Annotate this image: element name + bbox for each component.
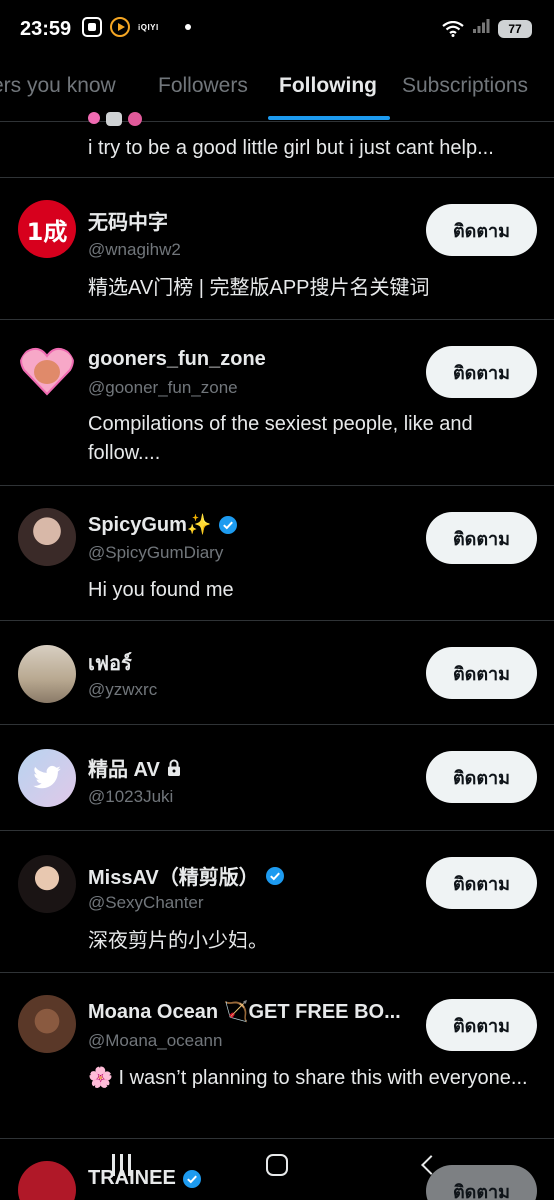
follow-button[interactable]: ติดตาม xyxy=(426,751,537,803)
follow-button[interactable]: ติดตาม xyxy=(426,857,537,909)
account-handle: @Moana_oceann xyxy=(88,1031,223,1050)
home-button[interactable] xyxy=(266,1154,288,1176)
wifi-icon xyxy=(442,20,464,37)
list-item[interactable]: gooners_fun_zone @gooner_fun_zone Compil… xyxy=(0,320,554,486)
account-handle: @SpicyGumDiary xyxy=(88,543,224,562)
account-name-text: MissAV（精剪版） xyxy=(88,867,259,889)
account-name: SpicyGum✨ xyxy=(88,512,238,537)
account-name-text: SpicyGum✨ xyxy=(88,514,212,536)
account-name: MissAV（精剪版） xyxy=(88,861,285,890)
active-tab-indicator xyxy=(268,116,390,120)
follow-button[interactable]: ติดตาม xyxy=(426,647,537,699)
follow-button[interactable]: ติดตาม xyxy=(426,346,537,398)
play-app-icon xyxy=(110,17,130,37)
verified-badge-icon xyxy=(218,515,237,534)
account-bio: Compilations of the sexiest people, like… xyxy=(88,413,473,464)
status-bar: 23:59 iQIYI 77 xyxy=(0,0,554,58)
status-notification-icons: iQIYI xyxy=(82,17,191,37)
avatar[interactable] xyxy=(18,855,76,913)
follow-button[interactable]: ติดตาม xyxy=(426,999,537,1051)
account-bio: 深夜剪片的小少妇。 xyxy=(88,930,268,952)
avatar[interactable] xyxy=(18,749,76,807)
verified-badge-icon xyxy=(265,866,284,885)
account-name-text: Moana Ocean 🏹GET FREE BO... xyxy=(88,1001,401,1023)
avatar[interactable] xyxy=(18,995,76,1053)
account-name-text: 无码中字 xyxy=(88,212,168,234)
status-system-icons: 77 xyxy=(442,18,532,39)
account-handle: @wnagihw2 xyxy=(88,240,181,259)
list-item[interactable]: Moana Ocean 🏹GET FREE BO... @Moana_ocean… xyxy=(0,973,554,1139)
signal-icon xyxy=(472,18,490,39)
avatar-logo-text: 1成 xyxy=(26,217,68,246)
back-button[interactable] xyxy=(421,1155,441,1175)
status-time: 23:59 xyxy=(20,18,72,40)
follow-button[interactable]: ติดตาม xyxy=(426,512,537,564)
more-notifications-dot-icon xyxy=(184,24,191,30)
list-item[interactable]: เฟอร์ @yzwxrc ติดตาม xyxy=(0,621,554,725)
account-bio: Hi you found me xyxy=(88,579,234,601)
recents-button[interactable] xyxy=(112,1154,131,1176)
heart-avatar-icon xyxy=(20,347,74,396)
account-name: Moana Ocean 🏹GET FREE BO... xyxy=(88,999,418,1024)
account-handle: @1023Juki xyxy=(88,787,174,806)
list-item[interactable]: 1成 无码中字 @wnagihw2 精选AV门榜 | 完整版APP搜片名关键词 … xyxy=(0,178,554,320)
account-bio: i try to be a good little girl but i jus… xyxy=(88,137,494,159)
account-bio: 🌸 I wasn’t planning to share this with e… xyxy=(88,1067,528,1089)
tab-followers[interactable]: Followers xyxy=(158,74,248,98)
lock-icon xyxy=(167,759,180,776)
list-item[interactable]: 精品 AV @1023Juki ติดตาม xyxy=(0,725,554,831)
list-item[interactable]: SpicyGum✨ @SpicyGumDiary Hi you found me… xyxy=(0,486,554,621)
list-item[interactable]: MissAV（精剪版） @SexyChanter 深夜剪片的小少妇。 ติดตา… xyxy=(0,831,554,973)
avatar[interactable] xyxy=(18,342,76,400)
account-name: gooners_fun_zone xyxy=(88,348,266,371)
account-name: 精品 AV xyxy=(88,753,182,782)
account-name-text: gooners_fun_zone xyxy=(88,348,266,370)
account-name-text: เฟอร์ xyxy=(88,653,132,675)
account-name: 无码中字 xyxy=(88,206,168,235)
scan-app-icon xyxy=(82,17,102,37)
profile-tabs: ers you know Followers Following Subscri… xyxy=(0,58,554,122)
iqiyi-app-icon: iQIYI xyxy=(138,22,159,32)
system-navigation-bar xyxy=(0,1140,554,1200)
tab-subscriptions[interactable]: Subscriptions xyxy=(402,74,528,98)
account-handle: @SexyChanter xyxy=(88,893,204,912)
avatar[interactable] xyxy=(18,508,76,566)
follow-button[interactable]: ติดตาม xyxy=(426,204,537,256)
emoji-name-fragment xyxy=(88,112,142,126)
list-item[interactable]: i try to be a good little girl but i jus… xyxy=(0,112,554,178)
avatar[interactable] xyxy=(18,645,76,703)
avatar[interactable]: 1成 xyxy=(18,200,76,258)
tab-following[interactable]: Following xyxy=(279,74,377,98)
account-handle: @gooner_fun_zone xyxy=(88,378,238,397)
account-bio: 精选AV门榜 | 完整版APP搜片名关键词 xyxy=(88,277,430,299)
account-handle: @yzwxrc xyxy=(88,680,158,699)
account-name: เฟอร์ xyxy=(88,647,132,679)
twitter-bird-icon xyxy=(33,765,61,789)
battery-icon: 77 xyxy=(498,19,532,38)
tab-followers-you-know[interactable]: ers you know xyxy=(0,74,116,98)
account-name-text: 精品 AV xyxy=(88,759,160,781)
